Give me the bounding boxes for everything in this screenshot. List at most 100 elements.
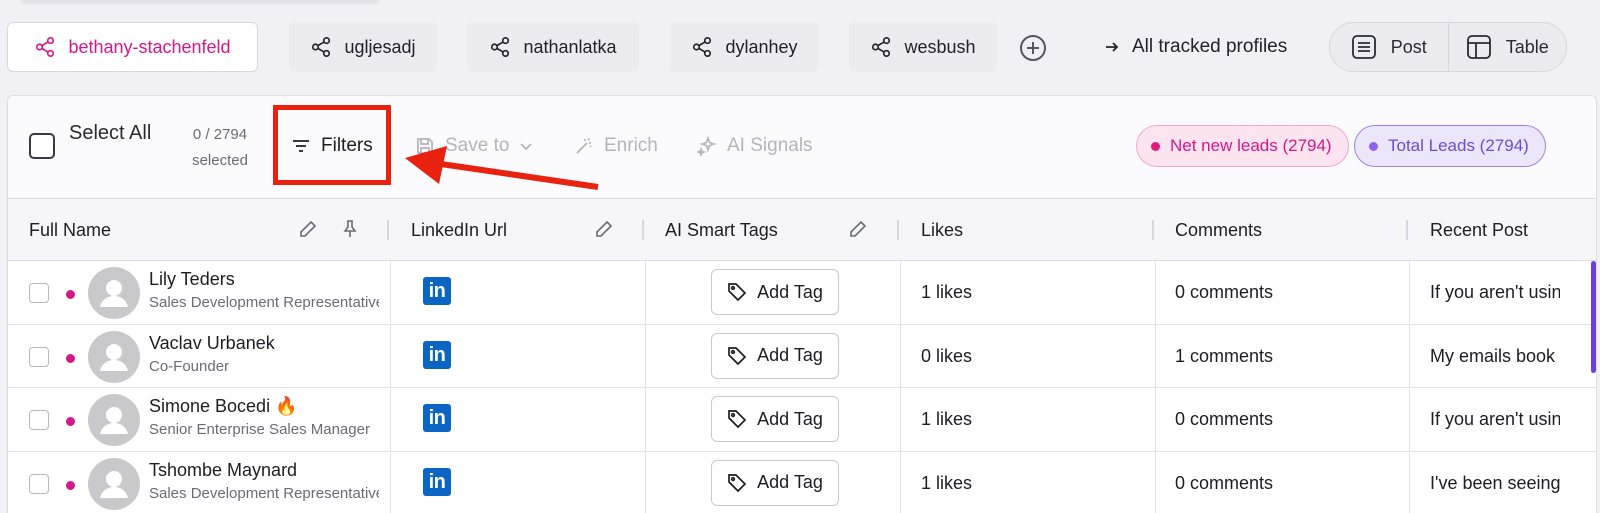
add-tag-button[interactable]: Add Tag xyxy=(711,269,839,315)
avatar xyxy=(88,457,140,510)
cell-divider xyxy=(390,388,391,451)
profile-tab-nathanlatka[interactable]: nathanlatka xyxy=(467,22,639,72)
profile-tab-wesbush[interactable]: wesbush xyxy=(849,22,997,72)
view-table-button[interactable]: Table xyxy=(1447,23,1567,71)
lead-name[interactable]: Vaclav Urbanek xyxy=(149,333,275,354)
row-checkbox[interactable] xyxy=(29,283,49,303)
add-profile-icon[interactable] xyxy=(1019,34,1047,62)
select-all-checkbox[interactable] xyxy=(29,133,55,159)
cell-divider xyxy=(1155,388,1156,451)
recent-post-text[interactable]: I've been seeing xyxy=(1430,473,1560,494)
column-divider[interactable] xyxy=(897,220,899,240)
comments-value: 0 comments xyxy=(1175,282,1274,302)
tag-icon xyxy=(728,473,747,492)
comments-value: 0 comments xyxy=(1175,472,1274,493)
linkedin-icon[interactable]: in xyxy=(423,340,451,369)
new-lead-dot xyxy=(66,290,75,299)
likes-value: 1 likes xyxy=(921,472,973,493)
profile-tab-bethany-stachenfeld[interactable]: bethany-stachenfeld xyxy=(7,22,258,72)
column-divider[interactable] xyxy=(387,220,389,240)
tag-icon xyxy=(728,346,747,365)
table-row[interactable]: Simone Bocedi 🔥 Senior Enterprise Sales … xyxy=(8,388,1596,452)
recent-post-text[interactable]: My emails book xyxy=(1430,346,1560,367)
total-leads-badge[interactable]: Total Leads (2794) xyxy=(1354,125,1546,167)
lead-name[interactable]: Simone Bocedi 🔥 xyxy=(149,396,297,417)
likes-value: 1 likes xyxy=(921,409,973,429)
edit-pencil-icon[interactable] xyxy=(594,219,614,239)
profile-tab-label: dylanhey xyxy=(725,36,798,57)
comments-value: 0 comments xyxy=(1175,409,1274,429)
tag-icon xyxy=(728,410,747,429)
table-header: Full Name LinkedIn Url AI Smart Tags Lik… xyxy=(8,198,1596,261)
profile-tab-label: wesbush xyxy=(904,36,976,57)
cell-divider xyxy=(900,324,901,387)
tag-icon xyxy=(728,283,747,302)
total-leads-label: Total Leads (2794) xyxy=(1388,136,1529,155)
table-view-icon xyxy=(1466,35,1491,59)
ai-signals-button[interactable]: AI Signals xyxy=(697,132,813,160)
likes-value: 0 likes xyxy=(921,345,973,366)
recent-post-text[interactable]: If you aren't using xyxy=(1430,282,1560,303)
sparkle-icon xyxy=(697,136,717,156)
leads-panel: Select All 0 / 2794 selected Filters Sav… xyxy=(7,95,1597,513)
linkedin-icon[interactable]: in xyxy=(423,404,451,432)
cell-divider xyxy=(645,261,646,324)
column-recent-post[interactable]: Recent Post xyxy=(1430,199,1528,261)
add-tag-button[interactable]: Add Tag xyxy=(711,396,839,442)
top-edge-strip xyxy=(20,0,380,4)
linkedin-icon[interactable]: in xyxy=(423,277,451,305)
select-all-label: Select All xyxy=(69,122,152,144)
column-divider[interactable] xyxy=(642,220,644,240)
row-checkbox[interactable] xyxy=(29,473,49,494)
add-tag-label: Add Tag xyxy=(757,281,823,302)
net-new-dot xyxy=(1151,141,1160,151)
new-lead-dot xyxy=(66,417,75,426)
table-row[interactable]: Tshombe Maynard Sales Development Repres… xyxy=(8,451,1596,513)
annotation-arrow-icon xyxy=(405,146,599,190)
table-body: Lily Teders Sales Development Representa… xyxy=(8,261,1596,513)
edit-pencil-icon[interactable] xyxy=(298,219,318,239)
view-post-button[interactable]: Post xyxy=(1330,23,1448,71)
row-checkbox[interactable] xyxy=(29,346,49,367)
profile-tab-label: nathanlatka xyxy=(523,36,617,57)
user-placeholder-icon xyxy=(100,280,128,307)
cell-divider xyxy=(390,324,391,387)
user-placeholder-icon xyxy=(100,407,128,434)
all-tracked-profiles-link[interactable]: All tracked profiles xyxy=(1104,22,1287,72)
lead-name[interactable]: Tshombe Maynard xyxy=(149,460,297,481)
cell-divider xyxy=(1409,324,1410,387)
profile-tabs: bethany-stachenfeld ugljesadj nathanlatk… xyxy=(7,22,1597,72)
cell-divider xyxy=(645,388,646,451)
share-icon xyxy=(312,37,331,57)
net-new-leads-badge[interactable]: Net new leads (2794) xyxy=(1136,125,1349,167)
add-tag-button[interactable]: Add Tag xyxy=(711,332,839,379)
recent-post-text[interactable]: If you aren't using xyxy=(1430,409,1560,430)
add-tag-button[interactable]: Add Tag xyxy=(711,459,839,506)
pin-icon[interactable] xyxy=(340,219,360,239)
toolbar: Select All 0 / 2794 selected Filters Sav… xyxy=(8,96,1596,198)
column-comments[interactable]: Comments xyxy=(1175,199,1262,261)
new-lead-dot xyxy=(66,353,75,363)
lead-name[interactable]: Lily Teders xyxy=(149,269,235,290)
avatar xyxy=(88,330,140,383)
profile-tab-ugljesadj[interactable]: ugljesadj xyxy=(289,22,437,72)
column-full-name[interactable]: Full Name xyxy=(29,199,111,261)
row-checkbox[interactable] xyxy=(29,410,49,430)
vertical-scrollbar[interactable] xyxy=(1591,261,1596,373)
profile-tab-dylanhey[interactable]: dylanhey xyxy=(670,22,819,72)
table-row[interactable]: Lily Teders Sales Development Representa… xyxy=(8,261,1596,325)
edit-pencil-icon[interactable] xyxy=(848,219,868,239)
column-divider[interactable] xyxy=(1406,220,1408,240)
add-tag-label: Add Tag xyxy=(757,345,823,365)
linkedin-icon[interactable]: in xyxy=(423,467,451,496)
lead-title: Sales Development Representative xyxy=(149,484,379,502)
column-ai-smart-tags[interactable]: AI Smart Tags xyxy=(665,199,778,261)
column-likes[interactable]: Likes xyxy=(921,199,963,261)
table-row[interactable]: Vaclav Urbanek Co-Founder in Add Tag 0 l… xyxy=(8,324,1596,388)
column-linkedin-url[interactable]: LinkedIn Url xyxy=(411,199,507,261)
profile-tab-label: bethany-stachenfeld xyxy=(68,36,231,57)
total-leads-dot xyxy=(1369,141,1378,151)
column-divider[interactable] xyxy=(1152,220,1154,240)
avatar xyxy=(88,267,140,319)
cell-divider xyxy=(390,261,391,324)
